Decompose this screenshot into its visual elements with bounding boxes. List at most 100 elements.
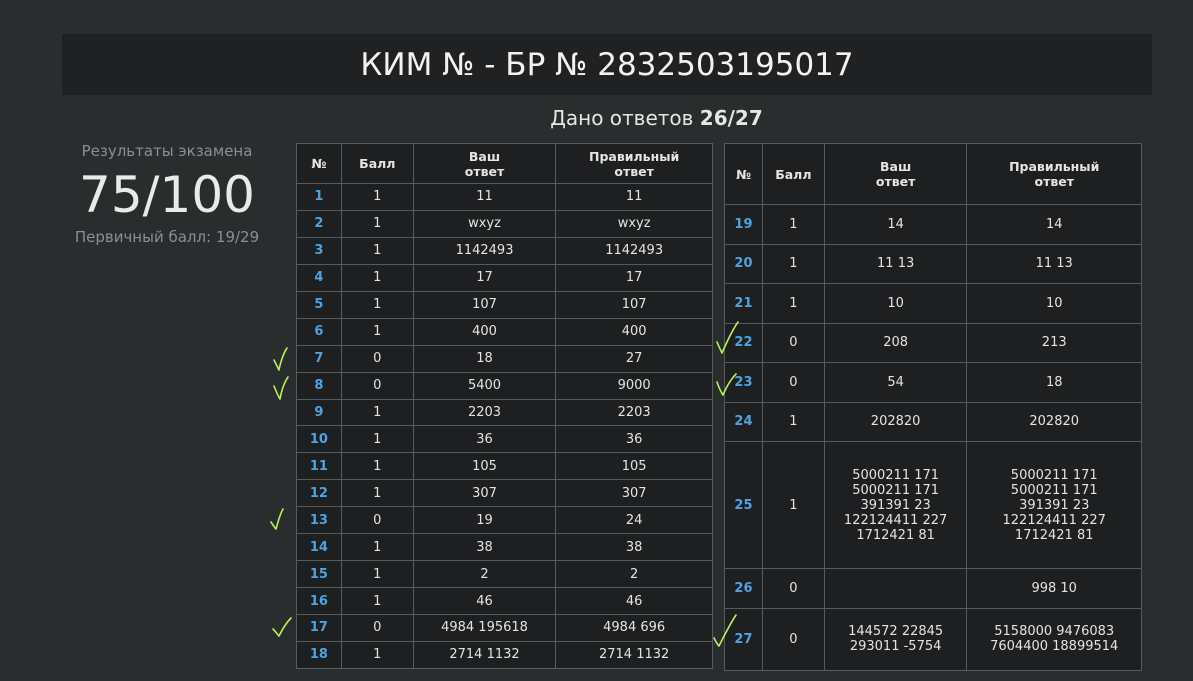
table-row: 14 1 38 38 [296, 533, 713, 562]
table-row: 18 1 2714 1132 2714 1132 [296, 640, 713, 669]
col-header-num: № [296, 143, 342, 184]
exam-results-label: Результаты экзамена [81, 142, 253, 160]
correct-answer: 14 [966, 204, 1142, 245]
task-number: 18 [296, 640, 342, 669]
task-score: 0 [340, 614, 414, 642]
your-answer: 208 [823, 322, 968, 363]
task-score: 0 [761, 322, 825, 363]
task-number: 12 [296, 479, 342, 508]
correct-answer: wxyz [555, 209, 713, 238]
your-answer: 17 [412, 263, 557, 292]
task-number: 15 [296, 560, 342, 589]
correct-answer: 5000211 171 5000211 171 391391 23 122124411… [966, 441, 1142, 569]
your-answer: 307 [412, 479, 557, 508]
table-row: 25 1 5000211 171 5000211 171 391391 23 122124… [724, 441, 1142, 569]
task-score: 1 [340, 209, 414, 238]
correct-answer: 11 [555, 183, 713, 211]
results-table-left: № Балл Ваш ответ Правильный ответ 1 1 11 11 2 1… [296, 143, 713, 669]
task-number: 27 [724, 607, 763, 671]
correct-answer: 307 [555, 479, 713, 508]
correct-answer: 400 [555, 317, 713, 346]
correct-answer: 1142493 [555, 236, 713, 265]
task-number: 22 [724, 322, 763, 363]
table-row: 15 1 2 2 [296, 560, 713, 589]
correct-answer: 105 [555, 452, 713, 481]
your-answer: 36 [412, 425, 557, 454]
task-score: 0 [340, 371, 414, 400]
table-row: 16 1 46 46 [296, 587, 713, 615]
answers-given-label: Дано ответов [550, 106, 694, 130]
your-answer: 11 [412, 183, 557, 211]
task-score: 1 [340, 479, 414, 508]
col-header-score: Балл [761, 143, 825, 205]
your-answer: 2714 1132 [412, 640, 557, 669]
task-number: 6 [296, 317, 342, 346]
correct-answer: 5158000 9476083 7604400 18899514 [966, 607, 1142, 671]
task-score: 1 [340, 452, 414, 481]
task-number: 20 [724, 243, 763, 284]
results-table-right: № Балл Ваш ответ Правильный ответ 19 1 14 14 2… [724, 143, 1142, 671]
task-score: 1 [340, 290, 414, 319]
your-answer: 46 [412, 587, 557, 615]
table-header-row: № Балл Ваш ответ Правильный ответ [296, 143, 713, 184]
table-row: 20 1 11 13 11 13 [724, 243, 1142, 284]
task-score: 1 [340, 640, 414, 669]
task-number: 14 [296, 533, 342, 562]
task-score: 0 [340, 506, 414, 535]
correct-answer: 17 [555, 263, 713, 292]
your-answer: 105 [412, 452, 557, 481]
col-header-num: № [724, 143, 763, 205]
col-header-correct-answer: Правильный ответ [555, 143, 713, 184]
col-header-your-answer: Ваш ответ [412, 143, 557, 184]
task-number: 3 [296, 236, 342, 265]
col-header-your-answer-text: Ваш ответ [464, 148, 505, 179]
table-row: 27 0 144572 22845 293011 -5754 5158000 94760… [724, 607, 1142, 671]
task-score: 1 [761, 441, 825, 569]
task-number: 11 [296, 452, 342, 481]
your-answer: 19 [412, 506, 557, 535]
correct-answer: 998 10 [966, 568, 1142, 609]
correct-answer: 10 [966, 283, 1142, 324]
correct-answer: 27 [555, 344, 713, 373]
col-header-score: Балл [340, 143, 414, 184]
your-answer: 5000211 171 5000211 171 391391 23 122124411… [823, 441, 968, 569]
table-row: 21 1 10 10 [724, 283, 1142, 324]
table-row: 4 1 17 17 [296, 263, 713, 292]
your-answer: 38 [412, 533, 557, 562]
correct-answer: 4984 696 [555, 614, 713, 642]
your-answer: 5400 [412, 371, 557, 400]
your-answer: 107 [412, 290, 557, 319]
table-row: 9 1 2203 2203 [296, 398, 713, 427]
col-header-your-answer-text: Ваш ответ [875, 159, 916, 189]
task-score: 1 [761, 283, 825, 324]
task-number: 2 [296, 209, 342, 238]
task-score: 0 [340, 344, 414, 373]
correct-answer: 36 [555, 425, 713, 454]
col-header-correct-answer: Правильный ответ [966, 143, 1142, 205]
correct-answer: 107 [555, 290, 713, 319]
your-answer: 18 [412, 344, 557, 373]
task-number: 17 [296, 614, 342, 642]
task-number: 10 [296, 425, 342, 454]
task-number: 1 [296, 183, 342, 211]
task-number: 13 [296, 506, 342, 535]
your-answer: 2203 [412, 398, 557, 427]
answers-given: Дано ответов 26/27 [0, 106, 1193, 130]
correct-answer: 213 [966, 322, 1142, 363]
your-answer: 1142493 [412, 236, 557, 265]
your-answer: 54 [823, 362, 968, 403]
exam-score: 75/100 [79, 166, 255, 224]
task-score: 1 [340, 533, 414, 562]
your-answer [823, 568, 968, 609]
task-score: 1 [761, 243, 825, 284]
table-row: 13 0 19 24 [296, 506, 713, 535]
table-row: 19 1 14 14 [724, 204, 1142, 245]
task-score: 1 [340, 263, 414, 292]
table-row: 17 0 4984 195618 4984 696 [296, 614, 713, 642]
check-mark-icon [273, 376, 289, 400]
correct-answer: 9000 [555, 371, 713, 400]
correct-answer: 38 [555, 533, 713, 562]
task-score: 1 [340, 236, 414, 265]
correct-answer: 46 [555, 587, 713, 615]
correct-answer: 11 13 [966, 243, 1142, 284]
